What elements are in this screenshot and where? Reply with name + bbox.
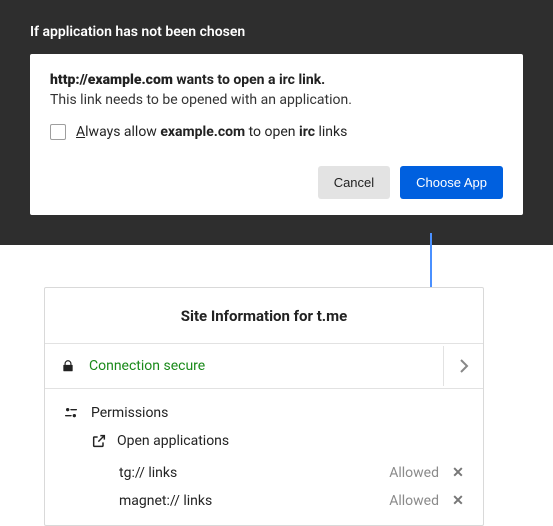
connection-row[interactable]: Connection secure [45, 344, 483, 389]
lock-icon [61, 359, 75, 373]
dialog-site: http://example.com [50, 72, 173, 88]
always-allow-checkbox[interactable] [50, 124, 66, 140]
protocol-status: Allowed [389, 465, 439, 481]
site-title-row: Site Information for t.me [45, 288, 483, 344]
dialog-backdrop: If application has not been chosen http:… [0, 0, 553, 245]
clear-permission-button[interactable]: ✕ [449, 465, 467, 481]
protocol-status: Allowed [389, 493, 439, 509]
pointer-annotation [0, 245, 553, 287]
open-applications-label: Open applications [117, 433, 229, 449]
protocol-row: tg:// links Allowed ✕ [61, 459, 467, 487]
protocol-label: magnet:// links [119, 493, 389, 509]
permissions-section: Permissions Open applications tg:// link… [45, 389, 483, 525]
accesskey-letter: A [76, 124, 85, 140]
external-protocol-dialog: http://example.com wants to open a irc l… [30, 54, 523, 215]
dialog-heading: http://example.com wants to open a irc l… [50, 72, 503, 88]
clear-permission-button[interactable]: ✕ [449, 493, 467, 509]
dialog-subtext: This link needs to be opened with an app… [50, 92, 503, 108]
always-site: example.com [160, 124, 245, 140]
protocol-row: magnet:// links Allowed ✕ [61, 487, 467, 515]
protocol-label: tg:// links [119, 465, 389, 481]
chevron-right-icon [459, 359, 469, 373]
choose-app-button[interactable]: Choose App [400, 166, 503, 199]
site-title: Site Information for t.me [181, 307, 347, 325]
connection-status: Connection secure [89, 358, 205, 374]
permissions-header: Permissions [61, 405, 467, 421]
open-applications-row: Open applications [61, 433, 467, 449]
always-allow-label: Always allow example.com to open irc lin… [76, 124, 347, 140]
external-link-icon [91, 433, 107, 449]
dialog-heading-rest: wants to open a irc link. [173, 72, 325, 88]
always-allow-row[interactable]: Always allow example.com to open irc lin… [50, 124, 503, 140]
site-info-panel: Site Information for t.me Connection sec… [44, 287, 484, 526]
dialog-button-row: Cancel Choose App [50, 166, 503, 199]
connection-expand[interactable] [443, 346, 483, 386]
pointer-line [430, 233, 432, 287]
sliders-icon [63, 405, 79, 421]
frame-title: If application has not been chosen [30, 24, 523, 40]
cancel-button[interactable]: Cancel [318, 166, 390, 199]
always-proto: irc [299, 124, 315, 140]
permissions-label: Permissions [91, 405, 168, 421]
